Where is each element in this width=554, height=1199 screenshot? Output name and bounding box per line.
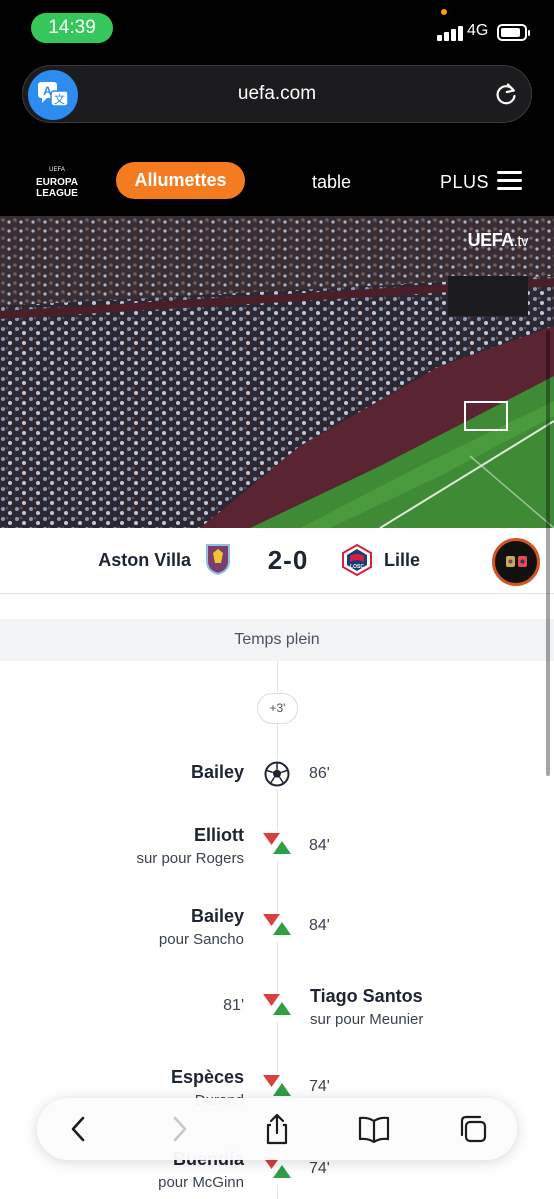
substitution-icon xyxy=(262,992,292,1022)
forward-icon[interactable] xyxy=(161,1111,197,1147)
soccer-ball-icon xyxy=(262,759,292,789)
status-bar: 14:39 4G xyxy=(0,0,554,56)
tab-allumettes[interactable]: Allumettes xyxy=(116,162,245,199)
tabs-icon[interactable] xyxy=(455,1111,491,1147)
event-player[interactable]: Elliott xyxy=(136,825,244,846)
europa-league-logo[interactable]: UEFA EUROPA LEAGUE xyxy=(30,163,86,201)
browser-chrome: A 文 uefa.com xyxy=(0,56,554,152)
tab-table[interactable]: table xyxy=(312,172,351,193)
logo-text-uefa: UEFA xyxy=(49,167,65,173)
event-player[interactable]: Tiago Santos xyxy=(310,986,423,1007)
substitution-icon xyxy=(262,831,292,861)
privacy-indicator-dot xyxy=(441,9,447,15)
match-video[interactable]: UEFA.tv xyxy=(0,216,554,528)
scroll-indicator[interactable] xyxy=(546,330,550,776)
reload-icon[interactable] xyxy=(493,81,519,107)
event-detail: pour McGinn xyxy=(158,1174,244,1191)
match-badge-icon[interactable] xyxy=(492,538,540,586)
away-team-name[interactable]: Lille xyxy=(384,550,420,571)
event-player[interactable]: Bailey xyxy=(159,906,244,927)
uefa-tv-watermark: UEFA.tv xyxy=(467,230,529,251)
event-minute: 74' xyxy=(309,1078,330,1095)
status-time[interactable]: 14:39 xyxy=(31,13,113,43)
substitution-icon xyxy=(262,912,292,942)
event-minute: 84' xyxy=(309,917,330,934)
logo-text-league: LEAGUE xyxy=(36,188,78,199)
watermark-text: UEFA xyxy=(467,230,515,250)
cellular-signal-icon xyxy=(437,25,463,41)
event-minute: 74' xyxy=(309,1160,330,1177)
url-text[interactable]: uefa.com xyxy=(23,83,531,105)
period-header: Temps plein xyxy=(0,619,554,661)
stadium-image xyxy=(0,216,554,528)
event-detail: sur pour Rogers xyxy=(136,850,244,867)
menu-icon[interactable] xyxy=(497,171,522,191)
bookmarks-icon[interactable] xyxy=(356,1111,392,1147)
match-score: 2-0 xyxy=(267,545,309,575)
lille-crest-text: LOSC xyxy=(350,564,364,570)
watermark-suffix: .tv xyxy=(513,233,529,250)
aston-villa-crest-icon xyxy=(205,543,231,576)
logo-text-europa: EUROPA xyxy=(36,177,78,188)
event-detail: sur pour Meunier xyxy=(310,1011,424,1028)
back-icon[interactable] xyxy=(61,1111,97,1147)
event-player[interactable]: Bailey xyxy=(191,762,244,783)
match-scoreline[interactable]: Aston Villa 2-0 LOSC Lille xyxy=(0,528,554,594)
network-type: 4G xyxy=(467,22,489,39)
event-minute: 84' xyxy=(309,837,330,854)
browser-toolbar xyxy=(37,1098,517,1160)
share-icon[interactable] xyxy=(259,1111,295,1147)
event-minute: 81' xyxy=(223,997,244,1014)
battery-icon xyxy=(497,24,530,41)
battery-level xyxy=(501,28,520,37)
site-navigation: UEFA EUROPA LEAGUE Allumettes table PLUS xyxy=(0,152,554,216)
event-player[interactable]: Espèces xyxy=(171,1067,244,1088)
tab-plus[interactable]: PLUS xyxy=(440,172,489,193)
lille-crest-icon: LOSC xyxy=(341,543,373,577)
event-minute: 86' xyxy=(309,765,330,782)
event-detail: pour Sancho xyxy=(158,931,244,948)
home-team-name[interactable]: Aston Villa xyxy=(98,550,191,571)
added-time-badge: +3' xyxy=(257,693,298,724)
address-bar[interactable]: A 文 uefa.com xyxy=(22,65,532,123)
